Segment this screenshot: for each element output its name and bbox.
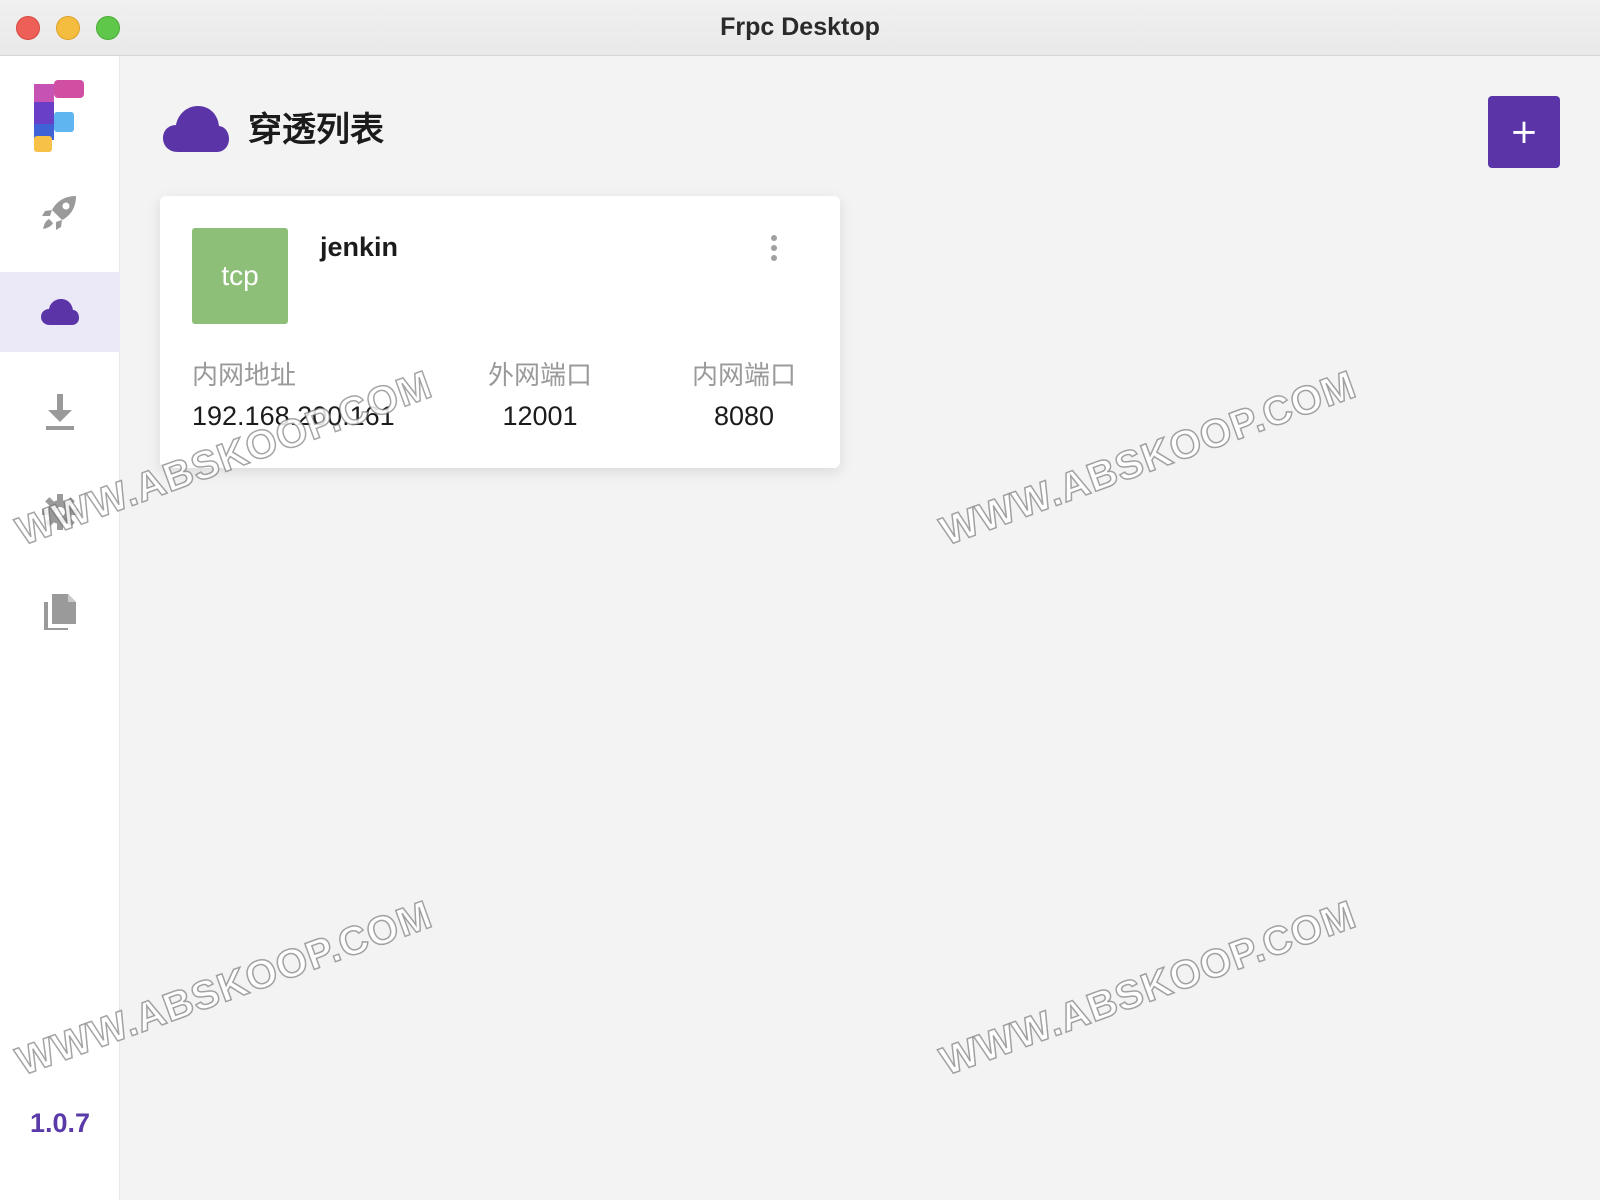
window-title: Frpc Desktop (720, 13, 880, 41)
proxy-name: jenkin (320, 232, 399, 262)
sidebar-item-settings[interactable] (0, 472, 120, 552)
proxy-type-badge: tcp (192, 228, 288, 324)
local-ip-field: 内网地址 192.168.200.161 (192, 358, 395, 436)
title-bar: Frpc Desktop (0, 0, 1600, 56)
add-proxy-button[interactable]: + (1488, 96, 1560, 168)
app-window: Frpc Desktop 1.0.7 穿透列表 + tcp jenkin 内网地… (0, 0, 1600, 1200)
app-logo-icon (34, 80, 84, 152)
app-version: 1.0.7 (29, 1108, 91, 1138)
sidebar-item-logs[interactable] (0, 572, 120, 652)
sidebar-item-proxy-list[interactable] (0, 272, 120, 352)
gear-icon (42, 494, 78, 530)
sidebar: 1.0.7 (0, 56, 120, 1200)
remote-port-label: 外网端口 (487, 361, 592, 391)
sidebar-item-download[interactable] (0, 372, 120, 452)
document-icon (44, 594, 76, 630)
page-title: 穿透列表 (248, 110, 384, 150)
main-content: 穿透列表 + tcp jenkin 内网地址 192.168.200.161 外… (120, 56, 1600, 1200)
sidebar-item-launch[interactable] (0, 172, 120, 252)
remote-port-value: 12001 (502, 401, 578, 431)
local-port-label: 内网端口 (691, 361, 796, 391)
local-port-field: 内网端口 8080 (676, 358, 812, 436)
cloud-icon (41, 299, 79, 325)
local-ip-value: 192.168.200.161 (192, 401, 395, 431)
cloud-icon (163, 106, 229, 152)
remote-port-field: 外网端口 12001 (472, 358, 608, 436)
local-port-value: 8080 (713, 401, 775, 431)
proxy-card[interactable]: tcp jenkin 内网地址 192.168.200.161 外网端口 120… (160, 196, 840, 468)
local-ip-label: 内网地址 (192, 361, 297, 391)
more-options-icon[interactable] (756, 230, 792, 270)
rocket-icon (42, 196, 76, 230)
download-icon (46, 394, 74, 430)
